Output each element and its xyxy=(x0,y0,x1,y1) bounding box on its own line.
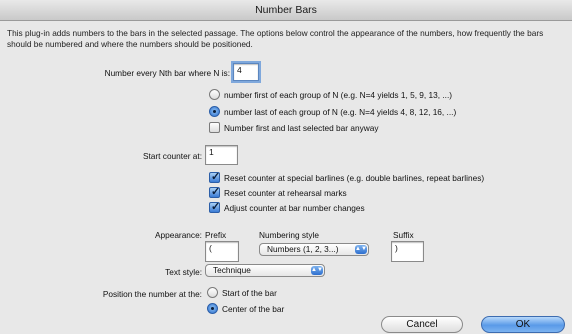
intro-text: This plug-in adds numbers to the bars in… xyxy=(7,28,544,49)
every-n-label: Number every Nth bar where N is: xyxy=(104,68,230,78)
text-style-select[interactable]: Technique ▲▼ xyxy=(205,264,325,277)
check-number-first-last-label: Number first and last selected bar anywa… xyxy=(224,122,379,133)
check-number-first-last-box[interactable] xyxy=(209,122,220,133)
check-adjust-counter[interactable]: Adjust counter at bar number changes xyxy=(209,200,365,213)
cancel-button[interactable]: Cancel xyxy=(381,316,463,333)
start-counter-input[interactable]: 1 xyxy=(205,145,238,165)
check-reset-rehearsal-marks-box[interactable] xyxy=(209,185,220,198)
position-label: Position the number at the: xyxy=(102,289,202,299)
radio-center-of-bar-button[interactable] xyxy=(207,303,218,314)
appearance-label: Appearance: xyxy=(154,230,202,240)
radio-start-of-bar-label: Start of the bar xyxy=(222,287,277,298)
check-reset-rehearsal-marks[interactable]: Reset counter at rehearsal marks xyxy=(209,185,347,198)
suffix-label: Suffix xyxy=(393,230,414,240)
radio-number-first-button[interactable] xyxy=(209,89,220,100)
every-n-input[interactable]: 4 xyxy=(233,63,259,81)
radio-number-last[interactable]: number last of each group of N (e.g. N=4… xyxy=(209,106,456,117)
numbering-style-value: Numbers (1, 2, 3...) xyxy=(267,244,339,254)
numbering-style-label: Numbering style xyxy=(259,230,319,240)
check-reset-rehearsal-marks-label: Reset counter at rehearsal marks xyxy=(224,187,347,198)
radio-number-first[interactable]: number first of each group of N (e.g. N=… xyxy=(209,89,452,100)
radio-center-of-bar[interactable]: Center of the bar xyxy=(207,303,284,314)
check-reset-special-barlines-label: Reset counter at special barlines (e.g. … xyxy=(224,172,485,183)
radio-number-first-label: number first of each group of N (e.g. N=… xyxy=(224,89,453,100)
chevron-up-down-icon: ▲▼ xyxy=(355,245,367,254)
radio-start-of-bar[interactable]: Start of the bar xyxy=(207,287,277,298)
radio-number-last-button[interactable] xyxy=(209,106,220,117)
check-adjust-counter-label: Adjust counter at bar number changes xyxy=(224,202,365,213)
prefix-label: Prefix xyxy=(205,230,227,240)
check-number-first-last[interactable]: Number first and last selected bar anywa… xyxy=(209,122,379,133)
radio-start-of-bar-button[interactable] xyxy=(207,287,218,298)
text-style-label: Text style: xyxy=(165,267,202,277)
text-style-value: Technique xyxy=(213,265,251,275)
check-adjust-counter-box[interactable] xyxy=(209,200,220,213)
radio-center-of-bar-label: Center of the bar xyxy=(222,303,285,314)
ok-button[interactable]: OK xyxy=(481,316,565,333)
window-title: Number Bars xyxy=(0,0,572,21)
numbering-style-select[interactable]: Numbers (1, 2, 3...) ▲▼ xyxy=(259,243,369,256)
chevron-up-down-icon: ▲▼ xyxy=(311,266,323,275)
prefix-input[interactable]: ( xyxy=(205,241,239,262)
check-reset-special-barlines[interactable]: Reset counter at special barlines (e.g. … xyxy=(209,170,485,183)
check-reset-special-barlines-box[interactable] xyxy=(209,170,220,183)
suffix-input[interactable]: ) xyxy=(391,241,424,262)
radio-number-last-label: number last of each group of N (e.g. N=4… xyxy=(224,106,457,117)
start-counter-label: Start counter at: xyxy=(142,151,202,161)
